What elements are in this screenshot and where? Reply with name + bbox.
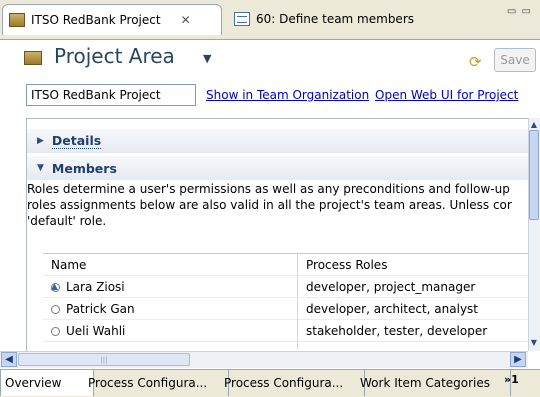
member-name-cell: Ueli Wahli (51, 324, 125, 338)
overview-content: ▶ Details ▼ Members Roles determine a us… (26, 118, 528, 351)
scroll-down-icon[interactable]: ▼ (529, 338, 539, 347)
editor-tab-label: ITSO RedBank Project (31, 13, 161, 27)
editor-tab-work-item[interactable]: 60: Define team members (224, 4, 424, 34)
user-icon (51, 304, 60, 314)
members-table: Name Process Roles ▲ Lara Ziosi developer… (43, 253, 528, 351)
page-tab-work-item-categories[interactable]: Work Item Categories (356, 370, 511, 396)
table-row[interactable]: Ueli Wahli stakeholder, tester, develope… (43, 320, 528, 341)
description-line: Roles determine a user's permissions as … (27, 182, 510, 196)
collapse-arrow-icon: ▼ (37, 163, 44, 173)
column-divider (297, 254, 298, 349)
page-title: Project Area (54, 44, 175, 68)
column-header-name[interactable]: Name (51, 258, 86, 272)
show-in-team-organization-link[interactable]: Show in Team Organization (206, 88, 369, 102)
member-roles: developer, architect, analyst (306, 301, 479, 316)
table-row[interactable]: ▲ Lara Ziosi developer, project_manager (43, 276, 528, 297)
project-area-icon (9, 13, 25, 27)
refresh-icon[interactable]: ⟳ (469, 53, 482, 71)
horizontal-scrollbar-thumb[interactable]: ||| (18, 353, 190, 366)
user-icon: ▲ (51, 281, 60, 292)
description-line: 'default' role. (27, 214, 107, 228)
page-tab-process-configuration-source[interactable]: Process Configura... (220, 370, 365, 396)
work-item-icon (234, 12, 250, 26)
page-tab-overview[interactable]: Overview (0, 370, 94, 396)
scroll-up-icon[interactable]: ▲ (529, 120, 539, 129)
member-name-cell: Patrick Gan (51, 302, 135, 316)
members-section-header[interactable]: ▼ Members (27, 156, 528, 180)
page-tab-process-configuration[interactable]: Process Configura... (84, 370, 229, 396)
details-section-label: Details (51, 133, 102, 149)
member-name-cell: ▲ Lara Ziosi (51, 280, 125, 294)
member-name: Ueli Wahli (66, 323, 126, 338)
row-divider (43, 341, 528, 342)
details-section-header[interactable]: ▶ Details (27, 129, 528, 153)
editor-tab-project[interactable]: ITSO RedBank Project ✕ (2, 4, 222, 35)
vertical-scrollbar-thumb[interactable] (529, 130, 539, 220)
more-tabs-button[interactable]: »1 (504, 373, 519, 386)
user-icon (51, 326, 60, 336)
member-roles: stakeholder, tester, developer (306, 323, 488, 338)
open-web-ui-link[interactable]: Open Web UI for Project (375, 88, 518, 102)
admin-badge-icon: ▲ (51, 281, 58, 292)
close-icon[interactable]: ✕ (181, 13, 191, 27)
project-area-icon (24, 51, 42, 65)
scroll-right-icon[interactable]: ▶ (510, 352, 526, 367)
table-header-row: Name Process Roles (43, 254, 528, 275)
member-name: Lara Ziosi (66, 279, 125, 294)
expand-arrow-icon: ▶ (37, 136, 44, 146)
column-header-process-roles[interactable]: Process Roles (306, 258, 387, 272)
description-line: roles assignments below are also valid i… (27, 198, 512, 212)
editor-tab-label: 60: Define team members (256, 12, 415, 26)
chevron-down-icon[interactable]: ▼ (203, 52, 211, 65)
project-name-input[interactable] (26, 84, 196, 106)
save-button[interactable]: Save (494, 48, 536, 72)
member-roles: developer, project_manager (306, 279, 476, 294)
members-description: Roles determine a user's permissions as … (27, 181, 522, 229)
members-section-label: Members (51, 160, 117, 176)
scroll-left-icon[interactable]: ◀ (1, 352, 17, 367)
table-row[interactable]: Patrick Gan developer, architect, analys… (43, 298, 528, 319)
minimize-maximize-icon[interactable]: ▭ ▭ (507, 6, 532, 17)
member-name: Patrick Gan (66, 301, 135, 316)
